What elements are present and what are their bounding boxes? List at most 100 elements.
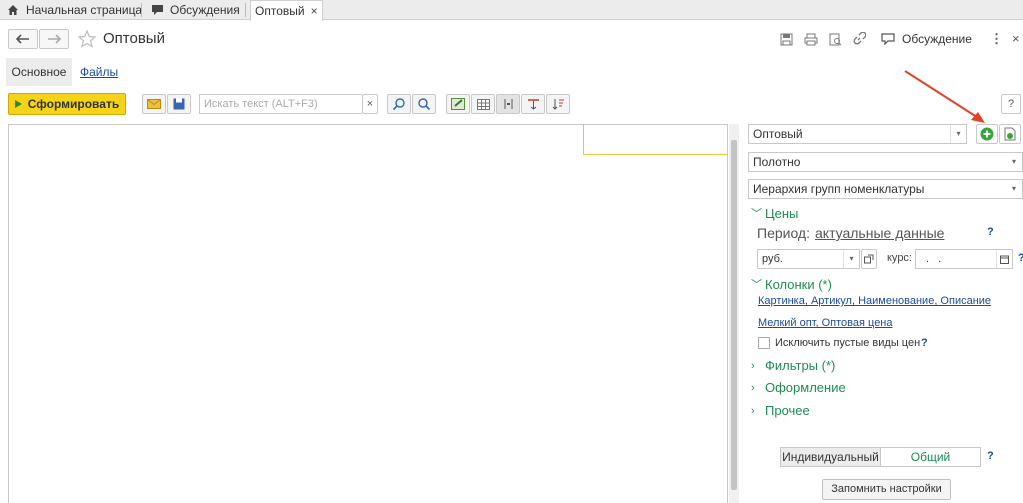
grid-icon bbox=[476, 98, 490, 110]
search-down-icon bbox=[392, 98, 405, 111]
row-lock-icon bbox=[527, 99, 539, 110]
chevron-down-icon: ﹀ bbox=[751, 279, 762, 291]
close-form-icon[interactable]: × bbox=[1012, 31, 1020, 47]
tab-discussions[interactable]: Обсуждения bbox=[150, 0, 240, 20]
sort-icon bbox=[552, 99, 564, 110]
more-menu-icon[interactable]: ⋮ bbox=[990, 31, 1003, 47]
open-icon bbox=[864, 254, 874, 264]
other-section-toggle[interactable]: › Прочее bbox=[751, 403, 810, 418]
save-icon[interactable] bbox=[778, 31, 794, 47]
search-up-icon bbox=[418, 98, 431, 111]
sort-button[interactable] bbox=[546, 94, 570, 114]
grouping-value: Иерархия групп номенклатуры bbox=[753, 182, 925, 196]
rate-date-input[interactable]: . . bbox=[915, 249, 1013, 269]
help-button[interactable]: ? bbox=[1001, 94, 1021, 114]
preview-icon[interactable] bbox=[827, 31, 843, 47]
mode-common-button[interactable]: Общий bbox=[880, 447, 981, 467]
help-icon[interactable]: ? bbox=[987, 450, 994, 462]
discussion-button[interactable]: Обсуждение bbox=[902, 31, 972, 47]
subtab-main[interactable]: Основное bbox=[6, 58, 72, 86]
save-settings-button[interactable]: Запомнить настройки bbox=[822, 479, 951, 500]
section-title: Прочее bbox=[765, 403, 810, 418]
search-input[interactable] bbox=[199, 94, 362, 114]
prices-section-toggle[interactable]: ﹀ Цены bbox=[751, 205, 798, 221]
rate-label: курс: bbox=[887, 252, 912, 264]
currency-select[interactable]: руб. ▾ bbox=[757, 249, 860, 269]
page-title: Оптовый bbox=[103, 30, 165, 47]
selected-cell bbox=[583, 124, 728, 155]
arrow-right-icon bbox=[48, 34, 61, 44]
columns-link-prices[interactable]: Мелкий опт, Оптовая цена bbox=[758, 317, 893, 329]
section-title: Колонки (*) bbox=[765, 276, 832, 292]
period-label: Период: bbox=[757, 225, 810, 241]
favorite-star-icon[interactable] bbox=[77, 29, 97, 49]
fixed-column-button[interactable] bbox=[496, 94, 520, 114]
chat-icon bbox=[150, 3, 164, 17]
play-icon bbox=[14, 100, 22, 108]
chevron-down-icon: ﹀ bbox=[751, 208, 762, 220]
find-prev-button[interactable] bbox=[412, 94, 436, 114]
floppy-icon bbox=[173, 98, 185, 110]
chevron-right-icon: › bbox=[751, 404, 755, 417]
chevron-down-icon[interactable]: ▾ bbox=[1006, 180, 1022, 198]
link-icon[interactable] bbox=[851, 31, 867, 47]
column-lock-icon bbox=[504, 99, 512, 109]
search-clear-button[interactable]: × bbox=[362, 94, 378, 114]
exclude-empty-checkbox[interactable] bbox=[758, 337, 770, 349]
document-add-icon bbox=[1004, 127, 1016, 141]
mode-individual-button[interactable]: Индивидуальный bbox=[780, 447, 881, 467]
columns-section-toggle[interactable]: ﹀ Колонки (*) bbox=[751, 276, 832, 292]
subtab-files[interactable]: Файлы bbox=[80, 58, 118, 86]
edit-report-button[interactable] bbox=[446, 94, 470, 114]
print-icon[interactable] bbox=[803, 31, 819, 47]
tab-optovy[interactable]: Оптовый × bbox=[250, 0, 323, 21]
table-edit-icon bbox=[451, 98, 465, 110]
calendar-icon[interactable] bbox=[996, 250, 1012, 268]
arrow-left-icon bbox=[16, 34, 29, 44]
layout-value: Полотно bbox=[753, 155, 801, 169]
design-section-toggle[interactable]: › Оформление bbox=[751, 380, 846, 395]
chevron-down-icon[interactable]: ▾ bbox=[1006, 153, 1022, 171]
envelope-icon bbox=[147, 99, 161, 109]
help-icon[interactable]: ? bbox=[921, 337, 928, 349]
save-report-button[interactable] bbox=[167, 94, 191, 114]
email-button[interactable] bbox=[142, 94, 166, 114]
grouping-select[interactable]: Иерархия групп номенклатуры ▾ bbox=[748, 179, 1023, 199]
chevron-down-icon[interactable]: ▾ bbox=[843, 250, 859, 268]
period-link[interactable]: актуальные данные bbox=[815, 225, 944, 241]
scrollbar-thumb[interactable] bbox=[731, 140, 737, 490]
discussion-icon bbox=[880, 31, 896, 47]
forward-button[interactable] bbox=[39, 29, 69, 49]
fixed-header-button[interactable] bbox=[521, 94, 545, 114]
chevron-right-icon: › bbox=[751, 381, 755, 394]
chevron-right-icon: › bbox=[751, 359, 755, 372]
layout-select[interactable]: Полотно ▾ bbox=[748, 152, 1023, 172]
tab-divider bbox=[141, 3, 142, 17]
variant-value: Оптовый bbox=[753, 127, 803, 141]
currency-value: руб. bbox=[762, 253, 783, 265]
save-variant-button[interactable] bbox=[999, 124, 1021, 144]
tab-label: Начальная страница bbox=[26, 3, 143, 17]
columns-link-main[interactable]: Картинка, Артикул, Наименование, Описани… bbox=[758, 295, 991, 307]
report-spreadsheet[interactable] bbox=[8, 124, 728, 503]
rate-value: . . bbox=[926, 253, 945, 265]
grid-button[interactable] bbox=[471, 94, 495, 114]
help-icon[interactable]: ? bbox=[987, 226, 994, 238]
filters-section-toggle[interactable]: › Фильтры (*) bbox=[751, 358, 835, 373]
close-tab-icon[interactable]: × bbox=[311, 4, 318, 18]
open-currency-button[interactable] bbox=[861, 249, 877, 269]
back-button[interactable] bbox=[8, 29, 38, 49]
help-icon[interactable]: ? bbox=[1018, 252, 1023, 264]
tab-label: Обсуждения bbox=[170, 3, 240, 17]
home-icon bbox=[6, 3, 20, 17]
exclude-empty-label: Исключить пустые виды цен bbox=[775, 337, 921, 349]
window-tab-bar: Начальная страница Обсуждения Оптовый × bbox=[0, 0, 1023, 21]
generate-button[interactable]: Сформировать bbox=[8, 93, 126, 115]
section-title: Оформление bbox=[765, 380, 846, 395]
section-title: Цены bbox=[765, 205, 799, 221]
generate-label: Сформировать bbox=[27, 97, 120, 111]
tab-home[interactable]: Начальная страница bbox=[6, 0, 142, 20]
find-next-button[interactable] bbox=[387, 94, 411, 114]
tab-divider bbox=[245, 3, 246, 17]
tab-label: Оптовый bbox=[255, 4, 305, 18]
